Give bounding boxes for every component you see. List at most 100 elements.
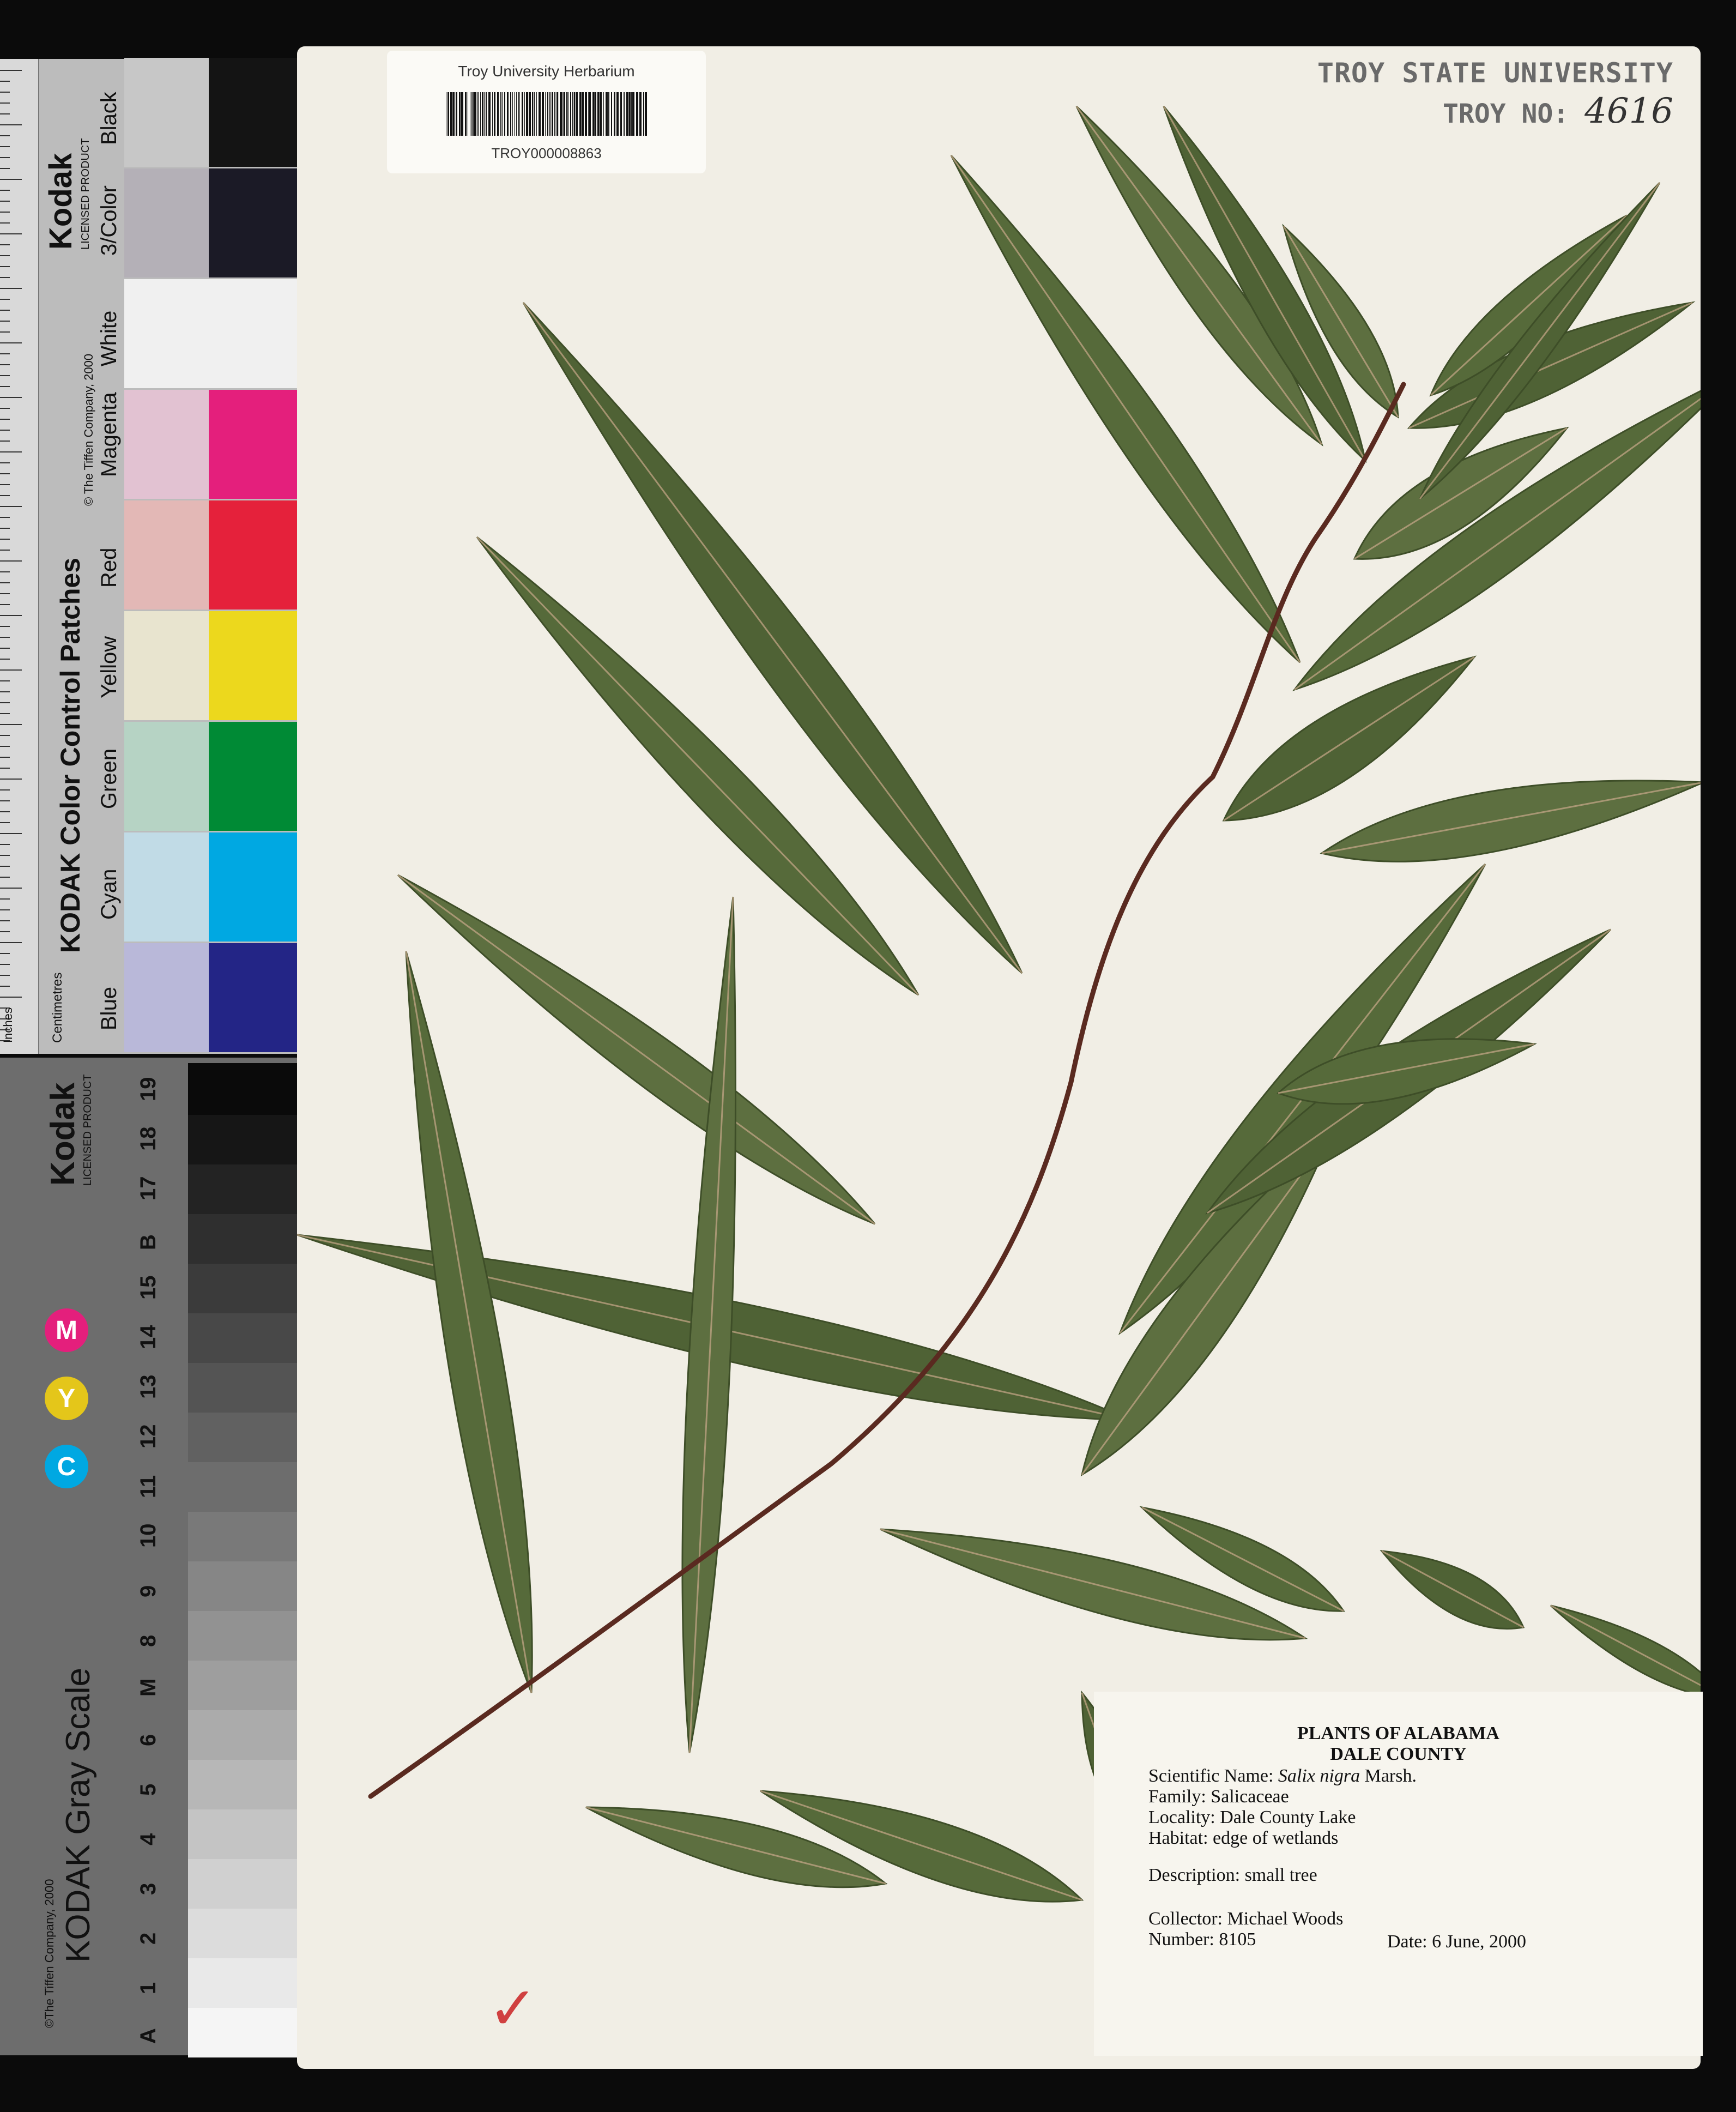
ruler-tick (0, 92, 10, 93)
ruler-tick (0, 244, 10, 245)
patch-light-red (124, 500, 209, 610)
barcode-bar (597, 92, 600, 136)
ruler-tick (0, 222, 10, 224)
ruler-tick (0, 997, 22, 998)
ruler-tick (0, 473, 10, 474)
barcode-bar (512, 92, 513, 136)
gray-step-label: 15 (136, 1275, 160, 1300)
barcode-bar (643, 92, 644, 136)
ruler-tick (0, 168, 10, 169)
barcode-bar (616, 92, 619, 136)
ruler-tick (0, 81, 10, 82)
barcode-bar (620, 92, 622, 136)
herbarium-sheet: Troy University Herbarium TROY000008863 … (297, 46, 1703, 2069)
patch-light-black (124, 58, 209, 167)
barcode-bar (610, 92, 612, 136)
barcode-bar (554, 92, 555, 136)
ruler-tick (0, 550, 10, 551)
label-heading2: DALE COUNTY (1330, 1744, 1467, 1764)
ruler-tick (0, 342, 22, 343)
color-copyright: © The Tiffen Company, 2000 (82, 353, 95, 506)
color-control-strip: Blue Cyan Green Yellow Red Magenta White 3/Colo… (0, 58, 297, 1054)
ruler-tick (0, 528, 10, 529)
barcode-bar (579, 92, 582, 136)
gray-patch (188, 1758, 297, 1809)
barcode (445, 92, 647, 136)
ruler-tick (0, 811, 10, 812)
color-scale-title: KODAK Color Control Patches (55, 557, 86, 953)
barcode-bar (477, 92, 479, 136)
barcode-bar (483, 92, 485, 136)
ruler-tick (0, 310, 10, 311)
barcode-bar (541, 92, 544, 136)
barcode-bar (631, 92, 632, 136)
barcode-bar (531, 92, 533, 136)
patch-label: 3/Color (97, 185, 121, 256)
gray-step-label: 4 (136, 1833, 160, 1845)
patch-dark-cyan (209, 832, 297, 942)
gray-step-label: A (136, 2028, 160, 2044)
gray-copyright: ©The Tiffen Company, 2000 (43, 1879, 56, 2028)
ruler-tick (0, 375, 10, 376)
gray-scale-title: KODAK Gray Scale (59, 1668, 97, 1963)
barcode-bar (547, 92, 548, 136)
ruler-tick (0, 277, 10, 278)
barcode-bar (538, 92, 541, 136)
ruler-tick (0, 680, 10, 681)
ruler-tick (0, 822, 10, 823)
gray-patch (188, 2006, 297, 2057)
magenta-dot: M (45, 1308, 88, 1352)
patch-light-cyan (124, 832, 209, 942)
ruler-tick (0, 953, 10, 954)
barcode-bar (545, 92, 546, 136)
gray-patch (188, 1559, 297, 1611)
ruler-tick (0, 102, 10, 104)
patch-light-white (124, 279, 209, 388)
leaf (681, 896, 736, 1753)
red-check-mark: ✓ (488, 1974, 539, 2043)
gray-step-label: 17 (136, 1176, 160, 1201)
ruler-tick (0, 746, 10, 747)
cyan-dot: C (45, 1445, 88, 1488)
ruler-tick (0, 484, 10, 485)
barcode-institution: Troy University Herbarium (458, 63, 635, 80)
barcode-bar (464, 92, 467, 136)
barcode-bar (582, 92, 584, 136)
gray-step-label: 8 (136, 1634, 160, 1647)
gray-patch (188, 1807, 297, 1859)
ruler-tick (0, 146, 10, 147)
barcode-number: TROY000008863 (491, 145, 602, 161)
ruler-tick (0, 179, 22, 180)
ruler-tick (0, 779, 22, 780)
ruler-tick (0, 909, 10, 910)
label-heading1: PLANTS OF ALABAMA (1297, 1723, 1499, 1743)
barcode-bar (493, 92, 495, 136)
barcode-bar (447, 92, 449, 136)
ruler-tick (0, 397, 22, 398)
barcode-bar (536, 92, 537, 136)
patch-label: Red (97, 547, 121, 588)
ruler-tick (0, 190, 10, 191)
ruler-tick (0, 517, 10, 518)
barcode-bar (592, 92, 595, 136)
patch-light-green (124, 722, 209, 831)
patch-light-magenta (124, 390, 209, 499)
barcode-bar (564, 92, 565, 136)
barcode-bar (533, 92, 535, 136)
gray-step-label: M (136, 1678, 160, 1697)
barcode-bar (639, 92, 642, 136)
ruler-tick (0, 212, 10, 213)
gray-patch (188, 1658, 297, 1710)
barcode-bar (481, 92, 483, 136)
gray-patch (188, 1063, 297, 1115)
ruler-tick (0, 735, 10, 736)
ruler-tick (0, 571, 10, 572)
ruler-tick (0, 800, 10, 801)
gray-patch (188, 1113, 297, 1164)
barcode-bar (566, 92, 567, 136)
ruler-tick (0, 266, 10, 267)
barcode-bar (501, 92, 503, 136)
ruler-tick (0, 299, 10, 300)
ruler-tick (0, 986, 10, 987)
barcode-bar (632, 92, 634, 136)
